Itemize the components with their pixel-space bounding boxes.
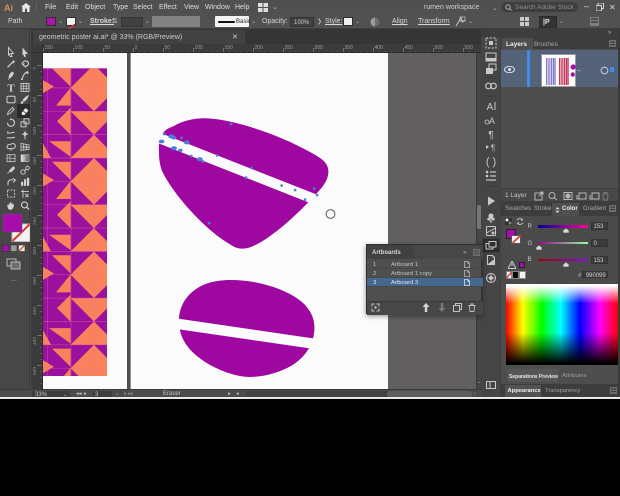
svg-text:A: A bbox=[489, 116, 495, 126]
svg-text:( ): ( ) bbox=[486, 156, 496, 168]
svg-text:...: ... bbox=[11, 276, 17, 283]
svg-text:T: T bbox=[7, 82, 15, 94]
svg-text:A: A bbox=[487, 102, 494, 113]
svg-text:¶: ¶ bbox=[488, 130, 493, 141]
svg-text:¶: ¶ bbox=[491, 144, 495, 153]
